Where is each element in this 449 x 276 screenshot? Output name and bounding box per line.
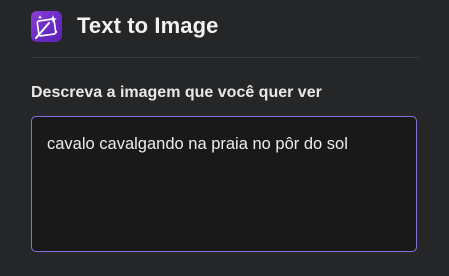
prompt-textarea[interactable]: cavalo cavalgando na praia no pôr do sol <box>31 116 417 252</box>
text-to-image-panel: Text to Image Descreva a imagem que você… <box>0 0 449 276</box>
prompt-label: Descreva a imagem que você quer ver <box>31 84 322 101</box>
magic-image-icon <box>31 10 62 42</box>
header-divider <box>31 57 419 58</box>
panel-header: Text to Image <box>31 10 218 42</box>
prompt-text: cavalo cavalgando na praia no pôr do sol <box>47 135 348 153</box>
app-title: Text to Image <box>77 13 219 38</box>
